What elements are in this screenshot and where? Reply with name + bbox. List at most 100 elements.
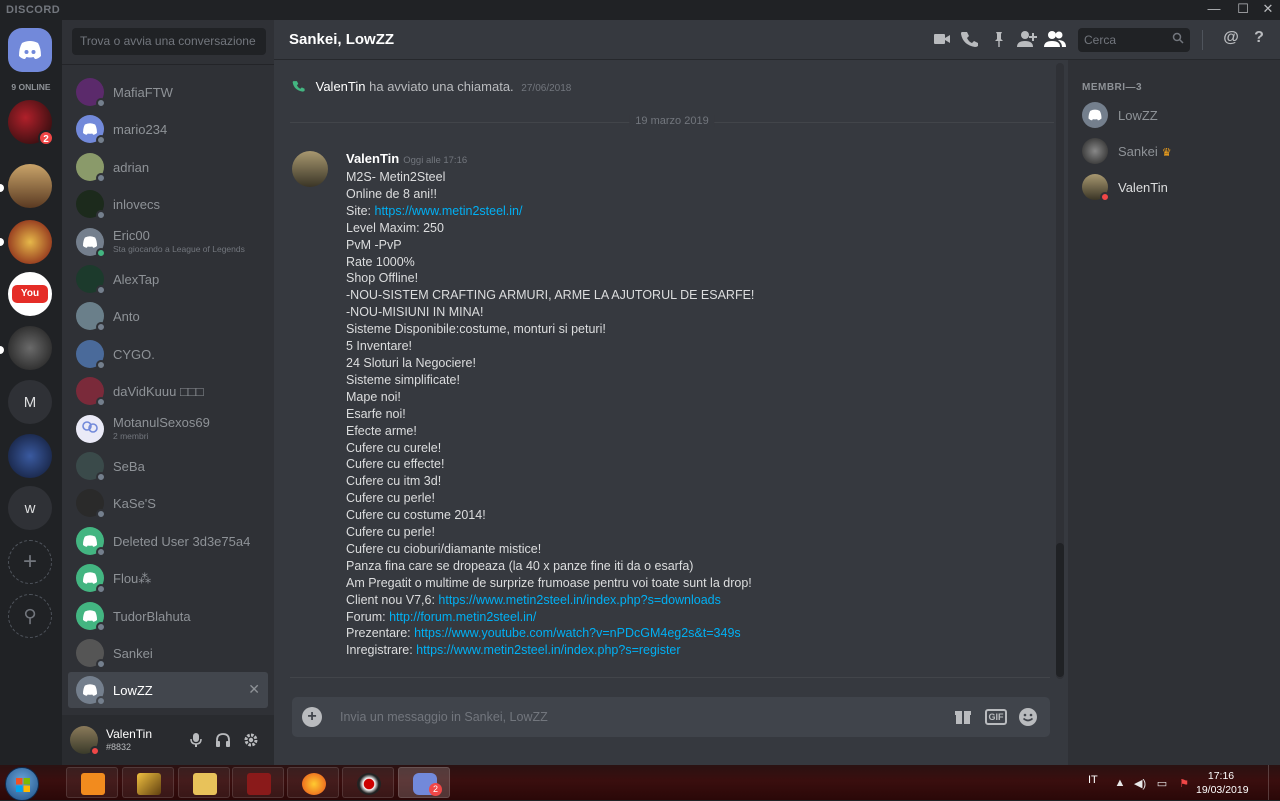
chat-header: Sankei, LowZZ Cerca @ ? [274,20,1280,60]
taskbar-media-player[interactable] [66,767,118,798]
voice-call-icon[interactable] [959,29,981,51]
add-friend-icon[interactable] [1016,29,1038,51]
video-call-icon[interactable] [931,29,953,51]
tray-expand-icon[interactable]: ▲ [1114,777,1126,789]
dm-item[interactable]: SeBa [68,448,268,484]
dm-item[interactable]: KaSe'S [68,485,268,521]
taskbar-winamp[interactable] [122,767,174,798]
emoji-picker-icon[interactable] [1018,707,1038,727]
add-server-button[interactable]: + [8,540,52,584]
dm-subtitle: 2 membri [113,430,149,441]
dm-search-input[interactable]: Trova o avvia una conversazione [72,28,266,55]
dm-item[interactable]: Deleted User 3d3e75a4 [68,523,268,559]
status-indicator [96,509,106,520]
message-input[interactable] [340,705,900,729]
message-text: Am Pregatit o multime de surprize frumoa… [346,575,752,590]
folder-icon [193,773,217,795]
dm-item[interactable]: Sankei [68,635,268,671]
server-icon-youtube[interactable]: You [8,272,52,316]
server-icon-2[interactable] [8,164,52,208]
dm-item[interactable]: MafiaFTW [68,74,268,110]
start-button[interactable] [5,767,39,801]
message-link[interactable]: https://www.metin2steel.in/ [375,204,523,218]
home-button[interactable] [8,28,52,72]
server-discovery-button[interactable]: ⚲ [8,594,52,638]
dm-item[interactable]: daVidKuuu □□□ [68,373,268,409]
dm-name: MafiaFTW [113,85,173,100]
minimize-button[interactable]: — [1202,0,1226,20]
message-avatar[interactable] [292,151,328,187]
message-text: 5 Inventare! [346,339,413,354]
member-list-icon[interactable] [1044,29,1066,51]
microphone-icon[interactable] [188,732,204,748]
dm-item[interactable]: LowZZ ✕ [68,672,268,709]
scrollbar-thumb[interactable] [1056,543,1064,677]
pin-icon[interactable] [988,29,1010,51]
gift-icon[interactable] [953,707,973,727]
member-name: Sankei ♛ [1118,144,1172,159]
message-link[interactable]: https://www.metin2steel.in/index.php?s=r… [416,643,680,657]
status-indicator [96,285,106,295]
taskbar-explorer[interactable] [178,767,230,798]
server-icon-m[interactable]: M [8,380,52,424]
clock[interactable]: 17:16 19/03/2019 [1196,769,1249,797]
mentions-icon[interactable]: @ [1220,29,1242,51]
server-icon-w[interactable]: w [8,486,52,530]
taskbar-metin2[interactable] [232,767,284,798]
member-item[interactable]: ValenTin [1076,170,1272,206]
close-dm-icon[interactable]: ✕ [248,681,260,698]
gif-picker-icon[interactable]: GIF [985,709,1007,725]
action-center-icon[interactable]: ⚑ [1178,777,1190,790]
taskbar-recorder[interactable] [342,767,394,798]
maximize-button[interactable]: ☐ [1231,0,1255,20]
taskbar-firefox[interactable] [287,767,339,798]
dm-item[interactable]: CYGO. [68,336,268,372]
dm-item[interactable]: Flou⁂ [68,560,268,596]
server-icon-rpg[interactable] [8,326,52,370]
dm-item[interactable]: MotanulSexos69 2 membri [68,411,268,447]
dm-item[interactable]: TudorBlahuta [68,598,268,634]
message-link[interactable]: https://www.metin2steel.in/index.php?s=d… [438,593,720,607]
discord-logo-icon [19,41,41,59]
dm-item[interactable]: inlovecs [68,186,268,222]
title-bar: DISCORD — ☐ ✕ [0,0,1280,20]
language-indicator[interactable]: IT [1088,774,1098,786]
phone-icon [292,79,310,94]
server-list: 9 ONLINE 2 You M w + ⚲ [0,20,62,765]
server-icon-anime[interactable] [8,434,52,478]
help-icon[interactable]: ? [1248,29,1270,51]
message-link[interactable]: http://forum.metin2steel.in/ [389,610,536,624]
settings-gear-icon[interactable] [243,732,259,748]
taskbar-discord[interactable]: 2 [398,767,450,798]
close-window-button[interactable]: ✕ [1256,0,1280,20]
message-link[interactable]: https://www.youtube.com/watch?v=nPDcGM4e… [414,626,741,640]
status-indicator [96,98,106,108]
message-text: Cufere cu perle! [346,491,435,506]
header-search-input[interactable]: Cerca [1078,28,1190,52]
dm-item[interactable]: Eric00 Sta giocando a League of Legends [68,224,268,260]
chat-panel: Sankei, LowZZ Cerca @ ? ValenTin ha avvi… [274,20,1280,765]
dm-item[interactable]: adrian [68,149,268,185]
attach-file-icon[interactable]: + [302,707,322,727]
message-text: Prezentare: [346,626,415,641]
divider [290,677,1050,678]
message-author[interactable]: ValenTin Oggi alle 17:16 [346,151,467,166]
message-line: Online de 8 ani!! [346,186,1046,203]
member-item[interactable]: LowZZ [1076,98,1272,134]
dm-item[interactable]: Anto [68,298,268,334]
message-text: Cufere cu cioburi/diamante mistice! [346,541,542,556]
message-text: Esarfe noi! [346,406,406,421]
server-icon-crown[interactable] [8,220,52,264]
show-desktop-button[interactable] [1268,765,1280,800]
member-item[interactable]: Sankei ♛ [1076,134,1272,170]
network-icon[interactable]: ▭ [1156,777,1168,790]
message-line: Sisteme simplificate! [346,372,1046,389]
group-dm-icon [76,414,104,443]
headphones-icon[interactable] [215,732,231,748]
dm-item[interactable]: AlexTap [68,261,268,297]
windows-taskbar: 2 IT ▲ ◀) ▭ ⚑ 17:16 19/03/2019 [0,765,1280,801]
dm-item[interactable]: mario234 [68,111,268,147]
scrollbar[interactable] [1056,63,1064,679]
app-brand: DISCORD [6,4,61,16]
volume-icon[interactable]: ◀) [1134,777,1146,790]
